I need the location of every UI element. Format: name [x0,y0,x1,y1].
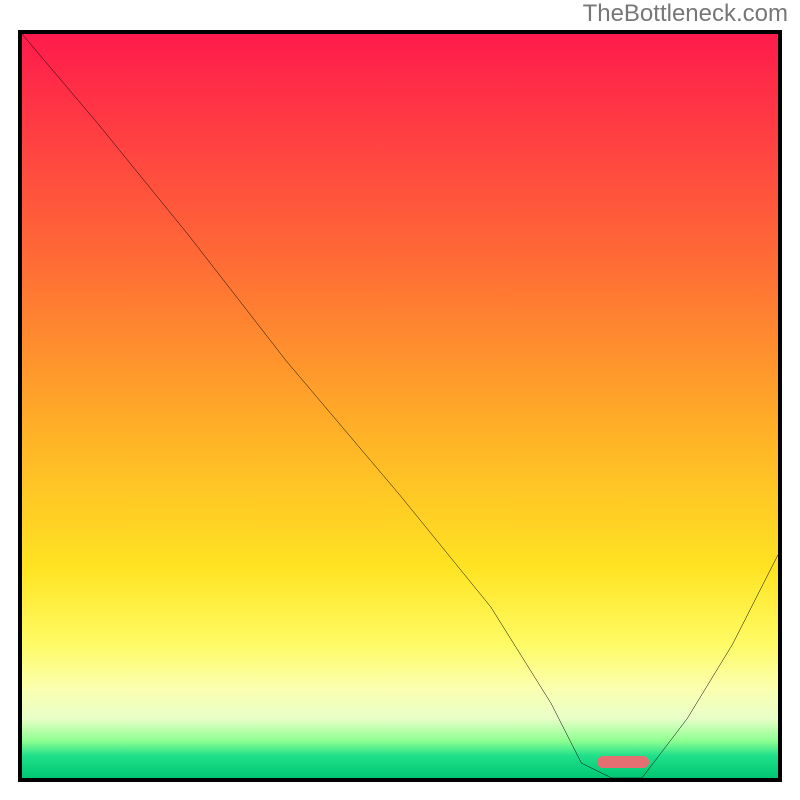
curve-layer [22,34,778,778]
attribution-text: TheBottleneck.com [583,0,788,28]
plot-area [18,30,782,782]
bottleneck-curve [22,34,778,778]
chart-root: TheBottleneck.com [0,0,800,800]
optimal-marker [597,756,650,768]
